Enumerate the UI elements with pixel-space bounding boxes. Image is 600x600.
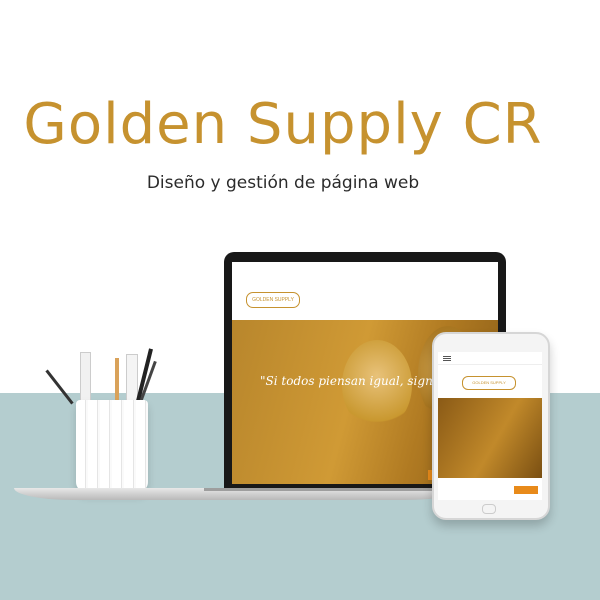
page-subtitle: Diseño y gestión de página web [146, 173, 420, 193]
pencil-icon [115, 358, 119, 406]
phone-screen: GOLDEN SUPPLY [438, 352, 542, 500]
site-logo[interactable]: GOLDEN SUPPLY [246, 292, 300, 308]
page-title: Golden Supply CR [23, 92, 543, 157]
site-topbar [232, 262, 498, 281]
phone-hero-banner [438, 398, 542, 478]
pencil-cup [76, 400, 148, 492]
menu-icon[interactable] [443, 356, 451, 357]
phone-button[interactable] [514, 486, 538, 494]
phone-site-logo[interactable]: GOLDEN SUPPLY [462, 376, 516, 390]
home-button-icon [482, 504, 496, 514]
phone-header [438, 352, 542, 365]
